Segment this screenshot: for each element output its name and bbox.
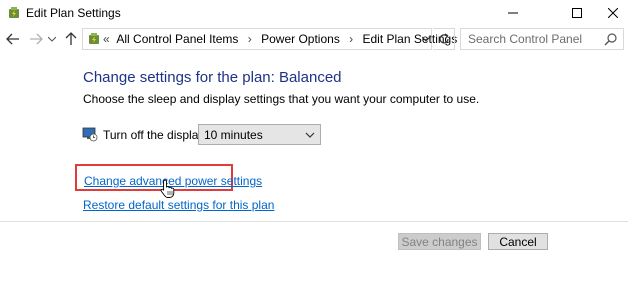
search-placeholder: Search Control Panel <box>468 32 583 46</box>
breadcrumb-item-all-control-panel[interactable]: All Control Panel Items <box>116 32 238 46</box>
recent-locations-button[interactable] <box>46 30 58 48</box>
navigation-bar: « All Control Panel Items › Power Option… <box>0 26 628 52</box>
forward-button[interactable] <box>27 30 45 48</box>
display-timeout-value: 10 minutes <box>204 128 263 142</box>
title-bar: Edit Plan Settings <box>0 0 628 26</box>
page-description: Choose the sleep and display settings th… <box>83 92 480 106</box>
cancel-button[interactable]: Cancel <box>488 233 548 250</box>
minimize-button[interactable] <box>490 0 536 26</box>
display-timeout-select[interactable]: 10 minutes <box>198 124 321 145</box>
address-bar[interactable]: « All Control Panel Items › Power Option… <box>82 28 457 50</box>
control-panel-icon <box>86 31 102 47</box>
save-changes-button[interactable]: Save changes <box>398 233 481 250</box>
search-input[interactable]: Search Control Panel <box>460 28 624 50</box>
display-timeout-label: Turn off the display: <box>103 128 208 142</box>
refresh-button[interactable] <box>433 28 455 50</box>
power-plan-icon <box>6 5 22 21</box>
breadcrumb: « All Control Panel Items › Power Option… <box>103 32 457 46</box>
back-button[interactable] <box>4 30 22 48</box>
breadcrumb-separator[interactable]: › <box>242 32 258 46</box>
display-timer-icon <box>82 126 98 142</box>
arrow-left-icon <box>6 33 19 45</box>
restore-defaults-link[interactable]: Restore default settings for this plan <box>83 198 274 212</box>
footer-divider <box>0 221 628 222</box>
breadcrumb-separator[interactable]: › <box>343 32 359 46</box>
refresh-icon <box>438 33 449 44</box>
search-icon[interactable] <box>604 32 618 46</box>
chevron-down-icon <box>304 129 316 141</box>
page-title: Change settings for the plan: Balanced <box>83 69 342 86</box>
address-dropdown-button[interactable] <box>420 32 432 46</box>
arrow-up-icon <box>65 32 77 45</box>
breadcrumb-item-power-options[interactable]: Power Options <box>261 32 340 46</box>
window-title: Edit Plan Settings <box>26 6 121 20</box>
breadcrumb-overflow[interactable]: « <box>103 32 114 46</box>
close-button[interactable] <box>590 0 628 26</box>
up-button[interactable] <box>62 30 80 48</box>
hand-cursor-icon <box>160 179 176 199</box>
arrow-right-icon <box>30 33 43 45</box>
chevron-down-icon <box>48 36 56 42</box>
chevron-down-icon <box>422 36 430 42</box>
